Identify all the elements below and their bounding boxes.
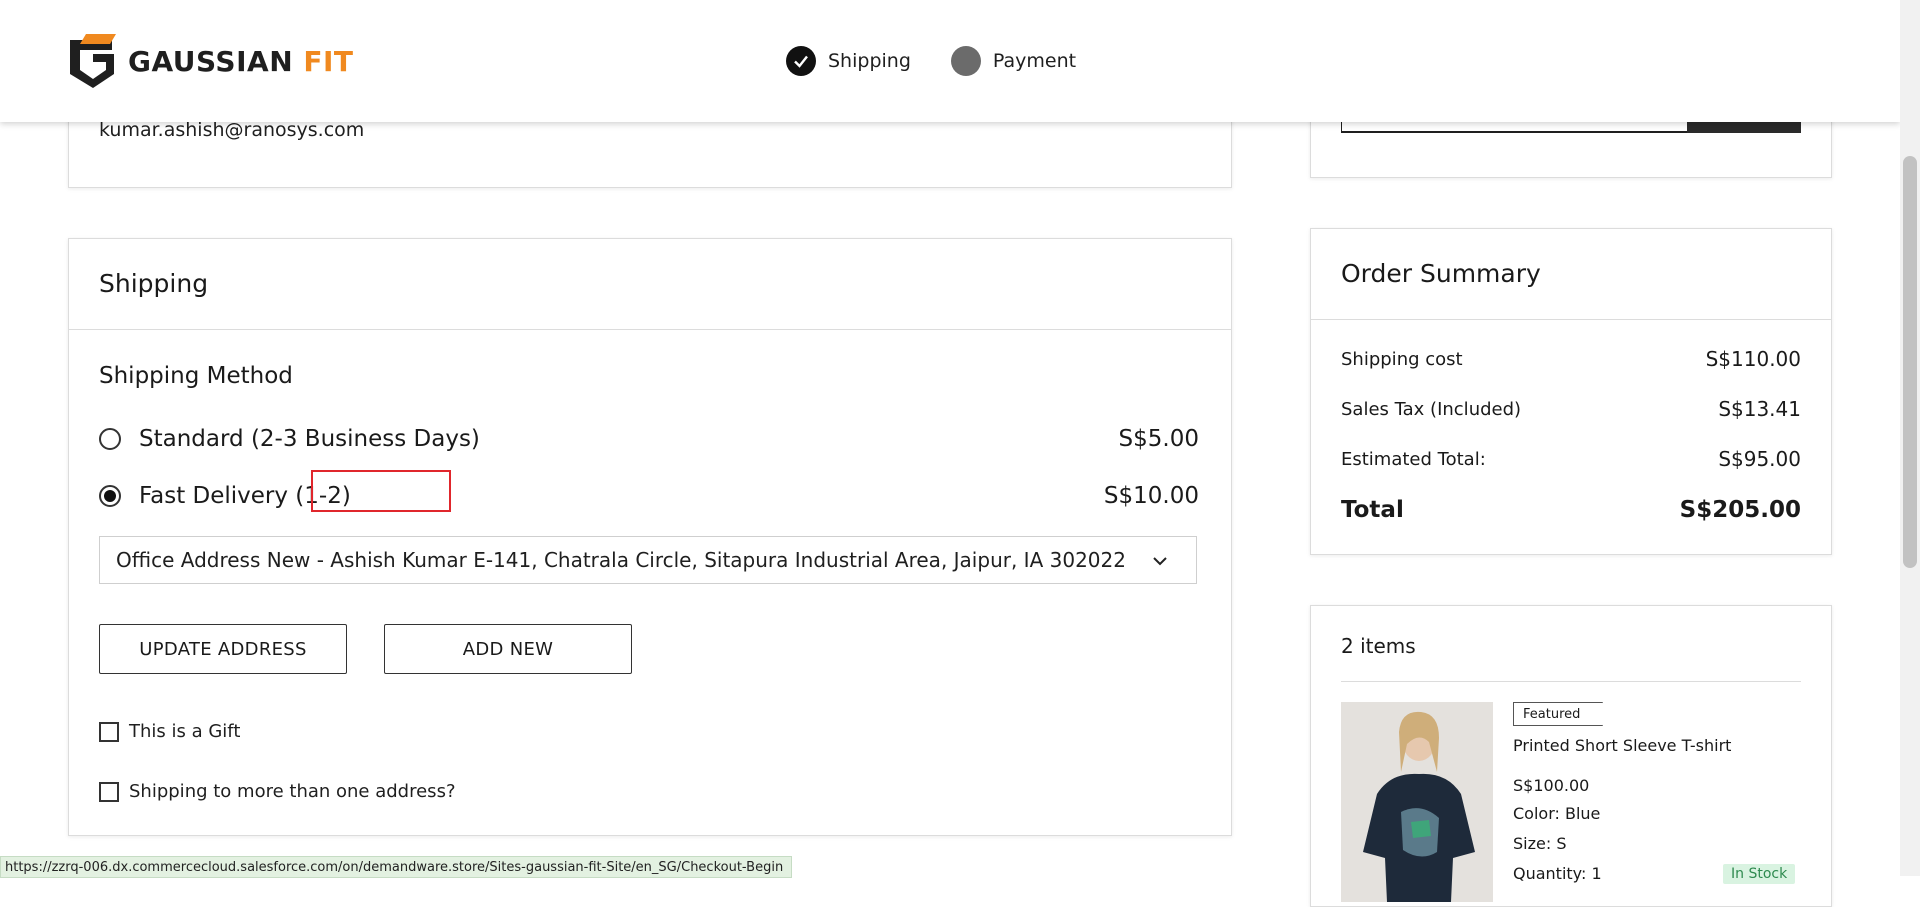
- gift-checkbox-row[interactable]: This is a Gift: [99, 721, 240, 742]
- cart-items-card: 2 items Featured Printed Short Sleeve T-…: [1310, 605, 1832, 907]
- gift-checkbox[interactable]: [99, 721, 119, 742]
- highlight-box: [311, 470, 451, 512]
- summary-label: Estimated Total:: [1341, 448, 1486, 470]
- brand-logo[interactable]: GAUSSIAN FIT: [66, 34, 354, 88]
- step-payment[interactable]: Payment: [950, 46, 1077, 76]
- items-divider: [1341, 681, 1801, 682]
- page-scrollbar-thumb[interactable]: [1903, 156, 1917, 568]
- summary-row-total: Total S$205.00: [1341, 497, 1801, 523]
- gift-label: This is a Gift: [129, 721, 241, 742]
- checkout-steps: Shipping Payment: [786, 46, 1076, 76]
- product-price: S$100.00: [1513, 776, 1590, 795]
- items-count: 2 items: [1341, 634, 1416, 658]
- shipping-card-header: Shipping: [69, 239, 1231, 330]
- in-stock-badge: In Stock: [1723, 864, 1796, 884]
- logo-text: GAUSSIAN FIT: [128, 44, 354, 78]
- product-color: Color: Blue: [1513, 804, 1601, 823]
- shipping-title: Shipping: [99, 269, 209, 298]
- step-pending-icon: [950, 46, 981, 76]
- order-summary-card: Order Summary Shipping cost S$110.00 Sal…: [1310, 228, 1832, 555]
- multi-address-checkbox[interactable]: [99, 781, 119, 802]
- summary-label: Sales Tax (Included): [1341, 398, 1522, 420]
- summary-value: S$13.41: [1718, 397, 1801, 421]
- shipping-method-title: Shipping Method: [99, 363, 293, 389]
- summary-value: S$95.00: [1718, 447, 1801, 471]
- address-select-value: Office Address New - Ashish Kumar E-141,…: [116, 548, 1126, 572]
- summary-total-value: S$205.00: [1679, 497, 1801, 523]
- step-shipping[interactable]: Shipping: [786, 46, 911, 76]
- summary-value: S$110.00: [1705, 347, 1801, 371]
- product-size: Size: S: [1513, 834, 1567, 853]
- address-select[interactable]: Office Address New - Ashish Kumar E-141,…: [99, 536, 1197, 584]
- product-name[interactable]: Printed Short Sleeve T-shirt: [1513, 736, 1731, 755]
- shipping-option-price: S$10.00: [1103, 483, 1199, 509]
- summary-row-tax: Sales Tax (Included) S$13.41: [1341, 397, 1801, 421]
- radio-standard[interactable]: [99, 428, 121, 450]
- multi-address-label: Shipping to more than one address?: [129, 781, 456, 802]
- update-address-button[interactable]: UPDATE ADDRESS: [99, 624, 347, 674]
- checkout-header: GAUSSIAN FIT Shipping Payment: [0, 0, 1900, 122]
- order-summary-header: Order Summary: [1311, 229, 1831, 320]
- summary-label: Shipping cost: [1341, 348, 1463, 370]
- shipping-option-fast[interactable]: Fast Delivery (1-2) S$10.00: [99, 470, 1199, 516]
- summary-total-label: Total: [1341, 497, 1404, 523]
- check-icon: [786, 46, 816, 76]
- customer-email: kumar.ashish@ranosys.com: [99, 119, 365, 141]
- browser-status-url: https://zzrq-006.dx.commercecloud.salesf…: [0, 856, 793, 878]
- summary-row-shipping: Shipping cost S$110.00: [1341, 347, 1801, 371]
- radio-fast-selected[interactable]: [99, 485, 121, 507]
- order-summary-title: Order Summary: [1341, 259, 1541, 288]
- featured-badge: Featured: [1513, 702, 1604, 726]
- product-quantity: Quantity: 1: [1513, 864, 1602, 883]
- shipping-card: Shipping Shipping Method Standard (2-3 B…: [68, 238, 1232, 836]
- logo-icon: [70, 34, 116, 88]
- chevron-down-icon: [1153, 557, 1167, 566]
- shipping-option-price: S$5.00: [1118, 426, 1199, 452]
- product-image[interactable]: [1341, 702, 1493, 902]
- step-payment-label: Payment: [992, 50, 1077, 72]
- product-photo-icon: [1341, 702, 1493, 902]
- multi-address-checkbox-row[interactable]: Shipping to more than one address?: [99, 781, 456, 802]
- shipping-option-label: Standard (2-3 Business Days): [139, 426, 480, 452]
- shipping-option-standard[interactable]: Standard (2-3 Business Days) S$5.00: [99, 419, 1199, 459]
- summary-row-estimated: Estimated Total: S$95.00: [1341, 447, 1801, 471]
- step-shipping-label: Shipping: [828, 50, 911, 72]
- add-new-address-button[interactable]: ADD NEW: [384, 624, 632, 674]
